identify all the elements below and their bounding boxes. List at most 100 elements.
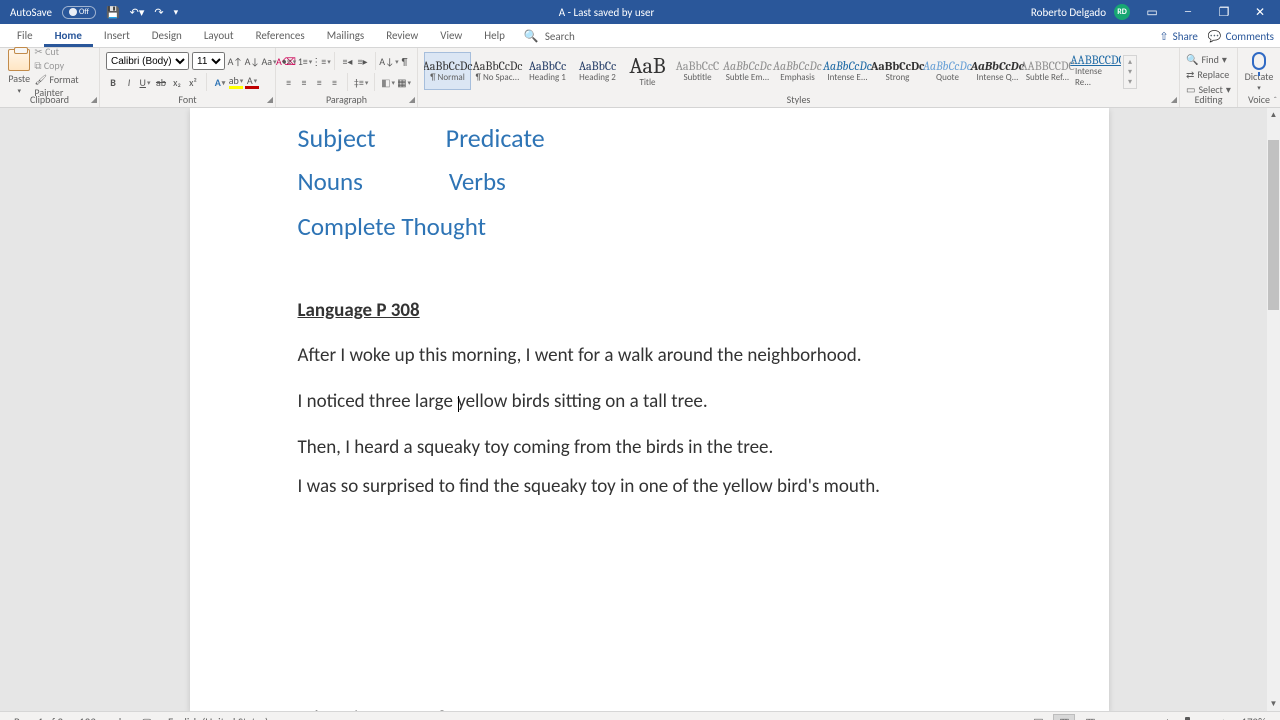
tab-view[interactable]: View xyxy=(429,25,473,47)
vertical-ruler[interactable] xyxy=(0,108,18,711)
dictate-button[interactable]: Dictate▾ xyxy=(1244,52,1274,92)
zoom-out[interactable]: − xyxy=(1105,716,1117,720)
styles-gallery-scroll[interactable]: ▴▾▾ xyxy=(1123,55,1137,89)
status-page[interactable]: Page 1 of 2 xyxy=(6,716,71,720)
line-spacing[interactable]: ‡≡ xyxy=(354,74,368,90)
decrease-indent[interactable]: ≡◂ xyxy=(341,53,354,69)
justify[interactable]: ≡ xyxy=(328,74,341,90)
title-bar: AutoSave Off 💾 ↶▾ ↷ ▾ A - Last saved by … xyxy=(0,0,1280,24)
document-page[interactable]: SubjectPredicate NounsVerbs Complete Tho… xyxy=(190,108,1109,711)
paste-button[interactable]: Paste ▾ xyxy=(6,49,32,95)
subscript-button[interactable]: x₂ xyxy=(170,74,184,90)
zoom-in[interactable]: + xyxy=(1217,716,1229,720)
tab-help[interactable]: Help xyxy=(473,25,516,47)
style-tile-strong[interactable]: AaBbCcDcStrong xyxy=(874,52,921,90)
shrink-font[interactable]: A↓ xyxy=(245,53,259,69)
tab-mailings[interactable]: Mailings xyxy=(316,25,376,47)
scrollbar-thumb[interactable] xyxy=(1268,140,1279,310)
cut-button[interactable]: ✂ Cut xyxy=(34,45,93,58)
font-name-combo[interactable]: Calibri (Body) xyxy=(106,52,189,70)
window-minimize[interactable]: ─ xyxy=(1174,0,1202,24)
find-button[interactable]: 🔍 Find ▾ xyxy=(1186,52,1231,67)
save-icon[interactable]: 💾 xyxy=(106,6,120,19)
style-tile-subtle-em-[interactable]: AaBbCcDcSubtle Em... xyxy=(724,52,771,90)
status-spellcheck[interactable]: ▢ xyxy=(134,716,160,720)
tab-home[interactable]: Home xyxy=(44,25,93,47)
paragraph-launcher[interactable]: ◢ xyxy=(409,95,415,105)
shading-button[interactable]: ◧ xyxy=(381,74,395,90)
italic-button[interactable]: I xyxy=(122,74,136,90)
change-case[interactable]: Aa xyxy=(262,53,276,69)
show-marks[interactable]: ¶ xyxy=(398,53,411,69)
align-left[interactable]: ≡ xyxy=(282,74,295,90)
status-language[interactable]: English (United States) xyxy=(160,716,276,720)
view-print-layout[interactable]: ▥ xyxy=(1053,714,1075,720)
vertical-scrollbar[interactable]: ▲ ▼ xyxy=(1267,108,1280,711)
numbering-button[interactable]: 1≡ xyxy=(298,53,312,69)
style-tile-subtle-ref-[interactable]: AABBCCDCSubtle Ref... xyxy=(1024,52,1071,90)
font-size-combo[interactable]: 11 xyxy=(192,52,225,70)
style-tile-intense-q-[interactable]: AaBbCcDcIntense Q... xyxy=(974,52,1021,90)
clipboard-icon xyxy=(8,49,30,71)
window-restore[interactable]: ❐ xyxy=(1210,0,1238,24)
grow-font[interactable]: A↑ xyxy=(228,53,242,69)
group-clipboard: Paste ▾ ✂ Cut ⧉ Copy 🖌 Format Painter Cl… xyxy=(0,48,100,107)
borders-button[interactable]: ▦ xyxy=(397,74,411,90)
style-tile-subtitle[interactable]: AaBbCcCSubtitle xyxy=(674,52,721,90)
tab-references[interactable]: References xyxy=(245,25,316,47)
user-name[interactable]: Roberto Delgado xyxy=(1031,6,1106,19)
comments-button[interactable]: 💬Comments xyxy=(1208,30,1274,43)
zoom-level[interactable]: 170% xyxy=(1233,716,1274,720)
tab-file[interactable]: File xyxy=(6,25,44,47)
question-1: Where is Ms. Soto? xyxy=(298,705,1001,711)
user-avatar[interactable]: RD xyxy=(1114,4,1130,20)
ribbon-display-options[interactable]: ▭ xyxy=(1138,0,1166,24)
tab-design[interactable]: Design xyxy=(141,25,193,47)
style-tile-quote[interactable]: AaBbCcDcQuote xyxy=(924,52,971,90)
highlight-button[interactable]: ab xyxy=(229,75,243,89)
undo-button[interactable]: ↶▾ xyxy=(130,6,145,19)
tab-review[interactable]: Review xyxy=(375,25,429,47)
qat-customize[interactable]: ▾ xyxy=(174,7,179,18)
multilevel-list[interactable]: ⋮≡ xyxy=(314,53,328,69)
scroll-down[interactable]: ▼ xyxy=(1267,697,1280,711)
copy-button[interactable]: ⧉ Copy xyxy=(34,59,93,72)
style-tile--no-spac-[interactable]: AaBbCcDc¶ No Spac... xyxy=(474,52,521,90)
superscript-button[interactable]: x² xyxy=(186,74,200,90)
status-word-count[interactable]: 139 words xyxy=(71,716,134,720)
style-tile-title[interactable]: AaBTitle xyxy=(624,52,671,90)
redo-button[interactable]: ↷ xyxy=(154,6,163,19)
align-right[interactable]: ≡ xyxy=(313,74,326,90)
view-web-layout[interactable]: ▦ xyxy=(1079,714,1101,720)
text-effects[interactable]: A xyxy=(213,74,227,90)
collapse-ribbon[interactable]: ˆ xyxy=(1273,95,1277,106)
replace-button[interactable]: ⇄ Replace xyxy=(1186,67,1231,82)
tab-insert[interactable]: Insert xyxy=(93,25,141,47)
clipboard-group-label: Clipboard xyxy=(0,93,99,106)
style-tile--normal[interactable]: AaBbCcDc¶ Normal xyxy=(424,52,471,90)
align-center[interactable]: ≡ xyxy=(297,74,310,90)
window-close[interactable]: ✕ xyxy=(1246,0,1274,24)
share-button[interactable]: ⇧Share xyxy=(1159,30,1197,43)
tab-layout[interactable]: Layout xyxy=(193,25,245,47)
strikethrough-button[interactable]: ab xyxy=(154,74,168,90)
scroll-up[interactable]: ▲ xyxy=(1267,108,1280,122)
clipboard-launcher[interactable]: ◢ xyxy=(91,95,97,105)
tell-me-search[interactable]: 🔍 Search xyxy=(522,26,577,47)
style-tile-intense-e-[interactable]: AaBbCcDcIntense E... xyxy=(824,52,871,90)
font-color-button[interactable]: A xyxy=(245,75,259,89)
underline-button[interactable]: U xyxy=(138,74,152,90)
font-launcher[interactable]: ◢ xyxy=(267,95,273,105)
style-tile-heading-2[interactable]: AaBbCcHeading 2 xyxy=(574,52,621,90)
autosave-toggle[interactable]: Off xyxy=(62,6,96,19)
bullets-button[interactable]: •≡ xyxy=(282,53,296,69)
sort-button[interactable]: A↓ xyxy=(382,53,396,69)
style-tile-emphasis[interactable]: AaBbCcDcEmphasis xyxy=(774,52,821,90)
search-icon: 🔍 xyxy=(524,29,539,44)
style-tile-heading-1[interactable]: AaBbCcHeading 1 xyxy=(524,52,571,90)
bold-button[interactable]: B xyxy=(106,74,120,90)
style-tile-intense-re-[interactable]: AABBCCDCIntense Re... xyxy=(1074,52,1121,90)
styles-launcher[interactable]: ◢ xyxy=(1171,95,1177,105)
view-read-mode[interactable]: ▤ xyxy=(1027,714,1049,720)
increase-indent[interactable]: ≡▸ xyxy=(356,53,369,69)
